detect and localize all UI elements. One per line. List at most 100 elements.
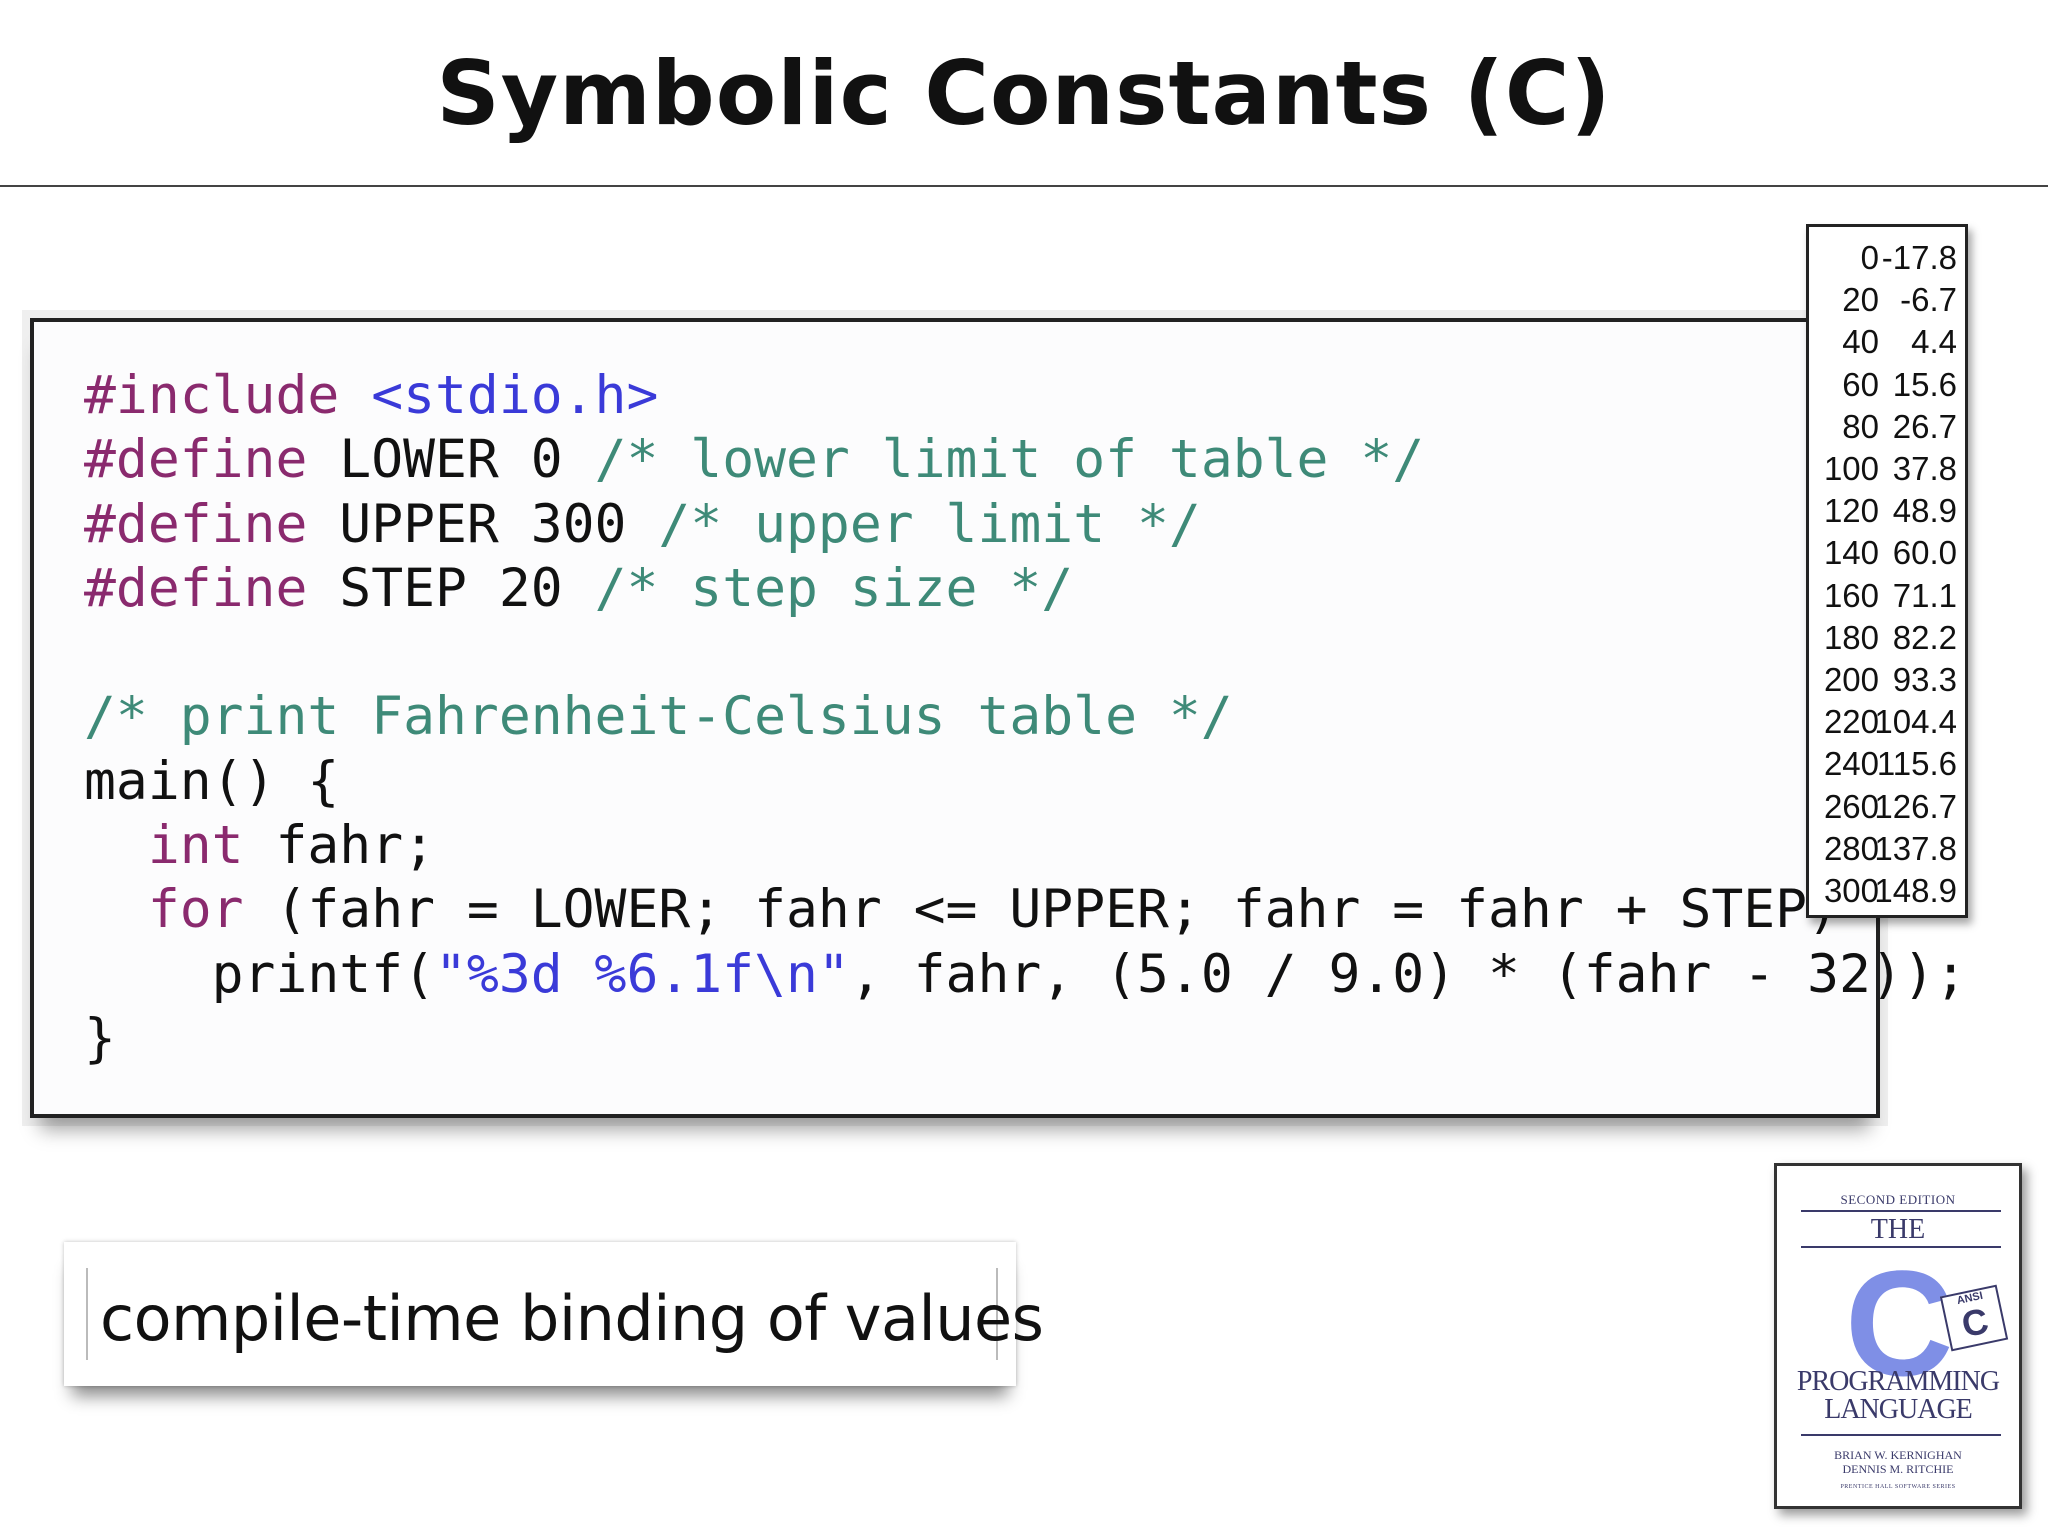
code-token: #define — [84, 429, 340, 491]
output-row: 100 37.8 — [1809, 450, 1971, 492]
celsius-value: -17.8 — [1881, 239, 1957, 276]
code-token: (fahr = LOWER; fahr <= UPPER; fahr = fah… — [243, 879, 1839, 941]
code-token: fahr; — [243, 815, 436, 877]
output-row: 200 93.3 — [1809, 661, 1971, 703]
code-token: printf( — [84, 943, 435, 1005]
code-line: } — [84, 1007, 1967, 1071]
code-token: /* upper limit */ — [658, 493, 1201, 555]
output-row: 0 -17.8 — [1809, 239, 1971, 281]
celsius-value: 93.3 — [1892, 661, 1957, 698]
book-rule-bottom — [1801, 1434, 2001, 1436]
caption-text: compile-time binding of values — [100, 1282, 1044, 1355]
fahrenheit-value: 280 — [1823, 829, 1879, 867]
code-line: #include <stdio.h> — [84, 364, 1967, 428]
fahrenheit-value: 140 — [1823, 534, 1879, 572]
code-line: for (fahr = LOWER; fahr <= UPPER; fahr =… — [84, 878, 1967, 942]
fahrenheit-value: 180 — [1823, 618, 1879, 656]
fahrenheit-value: 40 — [1842, 323, 1879, 361]
output-row: 240 115.6 — [1809, 745, 1971, 787]
code-line: main() { — [84, 750, 1967, 814]
book-ansi-badge: ANSI C — [1939, 1284, 2009, 1352]
celsius-value: 148.9 — [1874, 872, 1957, 909]
fahrenheit-value: 120 — [1823, 492, 1879, 530]
output-row: 140 60.0 — [1809, 534, 1971, 576]
fahrenheit-value: 80 — [1842, 407, 1879, 445]
code-token: <stdio.h> — [371, 365, 659, 426]
code-token: /* step size */ — [594, 557, 1074, 619]
output-row: 280 137.8 — [1809, 830, 1971, 872]
output-row: 260 126.7 — [1809, 788, 1971, 830]
code-token: #define — [84, 493, 340, 555]
code-token: /* print Fahrenheit-Celsius table */ — [84, 686, 1233, 748]
celsius-value: 15.6 — [1892, 365, 1957, 403]
code-line: int fahr; — [84, 814, 1967, 878]
code-token: STEP 20 — [339, 557, 595, 619]
code-line: #define UPPER 300 /* upper limit */ — [84, 493, 1967, 557]
celsius-value: 4.4 — [1911, 323, 1957, 361]
celsius-value: 137.8 — [1874, 829, 1957, 867]
output-row: 300 148.9 — [1809, 872, 1971, 914]
book-publisher: PRENTICE HALL SOFTWARE SERIES — [1840, 1484, 1956, 1490]
caption-frame: compile-time binding of values — [86, 1268, 1044, 1360]
code-panel: #include <stdio.h> #define LOWER 0 /* low… — [30, 318, 1967, 1118]
celsius-value: 82.2 — [1892, 618, 1957, 656]
output-row: 180 82.2 — [1809, 619, 1971, 661]
book-edition: SECOND EDITION — [1840, 1192, 1956, 1207]
output-row: 220 104.4 — [1809, 703, 1971, 745]
output-row: 80 26.7 — [1809, 408, 1971, 450]
celsius-value: 60.0 — [1892, 534, 1957, 572]
celsius-value: 26.7 — [1892, 407, 1957, 445]
celsius-value: 126.7 — [1874, 787, 1957, 825]
fahrenheit-value: 260 — [1823, 787, 1879, 825]
code-token: UPPER 300 — [339, 493, 659, 555]
celsius-value: 115.6 — [1876, 745, 1957, 783]
celsius-value: 37.8 — [1892, 450, 1957, 487]
celsius-value: 71.1 — [1892, 576, 1957, 614]
fahrenheit-value: 300 — [1823, 872, 1879, 909]
celsius-value: 48.9 — [1892, 492, 1957, 530]
fahrenheit-value: 0 — [1860, 239, 1879, 276]
output-row: 40 4.4 — [1809, 323, 1971, 365]
slide-title: Symbolic Constants (C) — [436, 42, 1612, 145]
book-author-2: DENNIS M. RITCHIE — [1842, 1462, 1954, 1476]
fahrenheit-value: 60 — [1842, 365, 1879, 403]
output-table: 0 -17.8 20 -6.7 40 4.4 60 15.6 80 26.7 100 37.8 120 4… — [1806, 224, 1968, 918]
output-row: 60 15.6 — [1809, 366, 1971, 408]
code-token: for — [147, 879, 244, 941]
code-line: printf("%3d %6.1f\n", fahr, (5.0 / 9.0) … — [84, 943, 1967, 1007]
celsius-value: 104.4 — [1874, 703, 1957, 741]
book-rule-top — [1801, 1210, 2001, 1212]
fahrenheit-value: 240 — [1823, 745, 1879, 783]
celsius-value: -6.7 — [1900, 281, 1957, 319]
code-listing: #include <stdio.h> #define LOWER 0 /* low… — [84, 364, 1967, 1071]
code-token: LOWER 0 — [339, 429, 595, 491]
code-token: , fahr, (5.0 / 9.0) * (fahr - 32)); — [849, 943, 1967, 1005]
code-line: /* print Fahrenheit-Celsius table */ — [84, 685, 1967, 749]
output-row: 20 -6.7 — [1809, 281, 1971, 323]
book-title: PROGRAMMING LANGUAGE — [1777, 1368, 2019, 1424]
code-token: "%3d %6.1f\n" — [435, 943, 850, 1005]
code-line: #define LOWER 0 /* lower limit of table … — [84, 428, 1967, 492]
code-token: } — [84, 1007, 116, 1069]
code-token: int — [147, 815, 244, 877]
output-row: 120 48.9 — [1809, 492, 1971, 534]
fahrenheit-value: 220 — [1823, 703, 1879, 741]
fahrenheit-value: 200 — [1823, 661, 1879, 698]
code-token: main() { — [84, 750, 340, 812]
code-token: #define — [84, 557, 340, 619]
book-title-line1: PROGRAMMING — [1796, 1366, 2000, 1397]
book-cover-image: SECOND EDITION THE C ANSI C PROGRAMMING … — [1774, 1163, 2022, 1509]
fahrenheit-value: 160 — [1823, 576, 1879, 614]
book-title-line2: LANGUAGE — [1824, 1394, 1973, 1425]
code-token: #include — [84, 365, 372, 426]
code-line: #define STEP 20 /* step size */ — [84, 557, 1967, 621]
title-divider — [0, 185, 2048, 187]
book-authors: BRIAN W. KERNIGHAN DENNIS M. RITCHIE — [1777, 1448, 2019, 1476]
book-author-1: BRIAN W. KERNIGHAN — [1834, 1448, 1962, 1462]
output-row: 160 71.1 — [1809, 577, 1971, 619]
fahrenheit-value: 100 — [1823, 450, 1879, 487]
fahrenheit-value: 20 — [1842, 281, 1879, 319]
code-token: /* lower limit of table */ — [594, 429, 1425, 491]
